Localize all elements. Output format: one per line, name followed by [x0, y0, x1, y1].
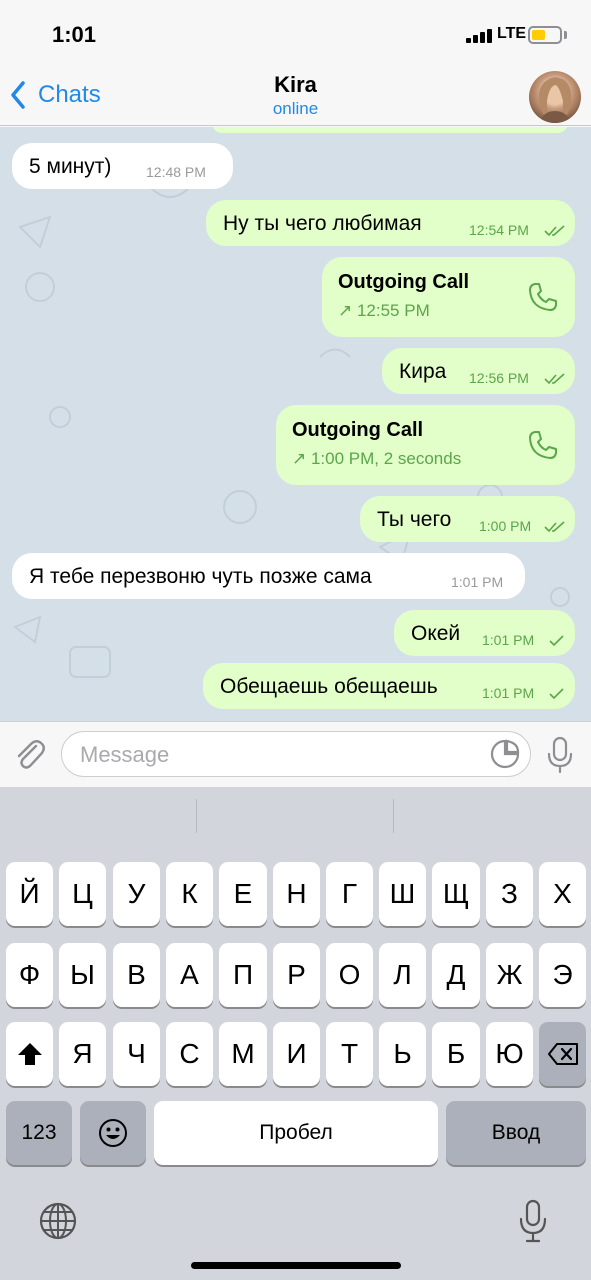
return-key[interactable]: Ввод [446, 1101, 586, 1165]
message-time: 12:48 PM [146, 164, 206, 180]
microphone-icon[interactable] [545, 736, 575, 774]
key[interactable]: Б [432, 1022, 480, 1086]
emoji-key[interactable] [80, 1101, 146, 1165]
key[interactable]: К [166, 862, 213, 926]
battery-icon [528, 26, 562, 44]
key[interactable]: М [219, 1022, 267, 1086]
status-time: 1:01 [52, 22, 97, 47]
key[interactable]: Ж [486, 943, 533, 1007]
key[interactable]: Е [219, 862, 267, 926]
key[interactable]: Х [539, 862, 586, 926]
message-field[interactable] [61, 731, 531, 777]
backspace-icon [547, 1043, 578, 1065]
message-outgoing[interactable]: Ты чего 1:00 PM [360, 496, 575, 542]
message-outgoing[interactable]: Обещаешь обещаешь 1:01 PM [203, 663, 575, 709]
message-text: Ты чего [377, 508, 452, 531]
message-time: 1:01 PM [482, 632, 535, 648]
double-check-icon [544, 521, 565, 533]
message-incoming[interactable]: 5 минут) 12:48 PM [12, 143, 233, 189]
previous-message-fragment [212, 127, 568, 133]
emoji-icon [99, 1119, 127, 1147]
message-text: Окей [411, 622, 461, 645]
outgoing-call-message[interactable]: Outgoing Call ↗ 12:55 PM [322, 257, 575, 337]
backspace-key[interactable] [539, 1022, 586, 1086]
message-time: 1:01 PM [482, 685, 535, 701]
key[interactable]: Р [273, 943, 320, 1007]
key[interactable]: Ш [379, 862, 426, 926]
key[interactable]: Н [273, 862, 320, 926]
space-key[interactable]: Пробел [154, 1101, 438, 1165]
key[interactable]: Ч [113, 1022, 160, 1086]
check-icon [549, 635, 564, 647]
sticker-icon[interactable] [490, 739, 520, 769]
message-text: Кира [399, 360, 447, 383]
shift-icon [17, 1043, 42, 1065]
key[interactable]: П [219, 943, 267, 1007]
key[interactable]: Ы [59, 943, 106, 1007]
message-text: Я тебе перезвоню чуть позже сама [29, 565, 372, 588]
key[interactable]: Щ [432, 862, 480, 926]
key[interactable]: Л [379, 943, 426, 1007]
home-indicator[interactable] [191, 1262, 401, 1269]
status-bar: 1:01 LTE [0, 0, 591, 64]
chat-header: Chats Kira online [0, 64, 591, 126]
key[interactable]: Г [326, 862, 373, 926]
key[interactable]: С [166, 1022, 213, 1086]
avatar[interactable] [529, 71, 581, 123]
message-outgoing[interactable]: Ну ты чего любимая 12:54 PM [206, 200, 575, 246]
message-text: Ну ты чего любимая [223, 212, 422, 235]
call-detail: ↗ 12:55 PM [338, 301, 430, 320]
message-time: 1:00 PM [479, 518, 532, 534]
double-check-icon [544, 225, 565, 237]
key[interactable]: Я [59, 1022, 106, 1086]
key[interactable]: Ц [59, 862, 106, 926]
dictation-mic-icon[interactable] [518, 1199, 548, 1243]
composer [0, 721, 591, 787]
message-list[interactable]: 5 минут) 12:48 PM Ну ты чего любимая 12:… [0, 127, 591, 721]
message-incoming[interactable]: Я тебе перезвоню чуть позже сама 1:01 PM [12, 553, 525, 599]
key[interactable]: Ь [379, 1022, 426, 1086]
shift-key[interactable] [6, 1022, 53, 1086]
call-title: Outgoing Call [292, 419, 424, 441]
key[interactable]: З [486, 862, 533, 926]
key[interactable]: Ф [6, 943, 53, 1007]
phone-icon[interactable] [527, 429, 559, 461]
message-text: Обещаешь обещаешь [220, 675, 438, 698]
key[interactable]: В [113, 943, 160, 1007]
message-outgoing[interactable]: Окей 1:01 PM [394, 610, 575, 656]
message-time: 12:56 PM [469, 370, 529, 386]
call-detail: ↗ 1:00 PM, 2 seconds [292, 449, 462, 468]
contact-status: online [272, 99, 319, 118]
message-outgoing[interactable]: Кира 12:56 PM [382, 348, 575, 394]
message-input[interactable] [80, 742, 480, 768]
double-check-icon [544, 373, 565, 385]
key[interactable]: Д [432, 943, 480, 1007]
contact-name[interactable]: Kira [0, 72, 591, 98]
paperclip-icon[interactable] [14, 736, 46, 772]
key[interactable]: Ю [486, 1022, 533, 1086]
key[interactable]: Э [539, 943, 586, 1007]
key[interactable]: О [326, 943, 373, 1007]
globe-icon[interactable] [38, 1201, 78, 1241]
key[interactable]: У [113, 862, 160, 926]
key[interactable]: Й [6, 862, 53, 926]
message-time: 1:01 PM [451, 574, 504, 590]
message-text: 5 минут) [29, 155, 112, 178]
outgoing-call-message[interactable]: Outgoing Call ↗ 1:00 PM, 2 seconds [276, 405, 575, 485]
signal-icon [466, 29, 494, 43]
numbers-key[interactable]: 123 [6, 1101, 72, 1165]
phone-icon[interactable] [527, 281, 559, 313]
key[interactable]: Т [326, 1022, 373, 1086]
check-icon [549, 688, 564, 700]
key[interactable]: А [166, 943, 213, 1007]
key[interactable]: И [273, 1022, 320, 1086]
keyboard: Й Ц У К Е Н Г Ш Щ З Х Ф Ы В А П Р О Л Д … [0, 787, 591, 1280]
call-title: Outgoing Call [338, 271, 470, 293]
message-time: 12:54 PM [469, 222, 529, 238]
network-label: LTE [497, 25, 527, 42]
